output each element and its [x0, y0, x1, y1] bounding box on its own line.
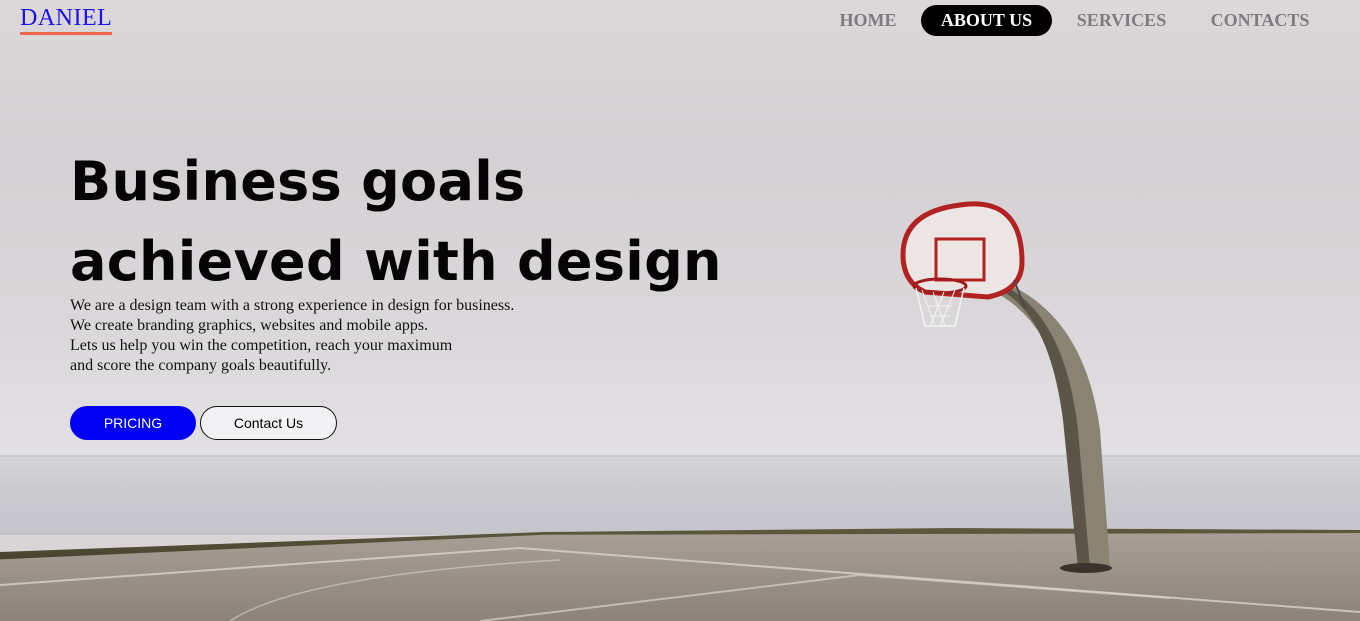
nav-about-us[interactable]: ABOUT US	[921, 5, 1052, 36]
hero-title-line-2: achieved with design	[70, 230, 722, 293]
hero-description: We are a design team with a strong exper…	[70, 296, 514, 376]
nav-contacts[interactable]: CONTACTS	[1198, 5, 1322, 36]
hero-text-line-2: We create branding graphics, websites an…	[70, 317, 429, 334]
hero-text-line-4: and score the company goals beautifully.	[70, 357, 332, 374]
main-nav: HOME ABOUT US SERVICES CONTACTS	[0, 5, 1360, 37]
pricing-button[interactable]: PRICING	[70, 406, 196, 440]
hero-title: Business goals achieved with design	[70, 142, 750, 302]
hero-text-line-1: We are a design team with a strong exper…	[70, 297, 515, 314]
hero-text-line-3: Lets us help you win the competition, re…	[70, 337, 453, 354]
nav-home[interactable]: HOME	[823, 5, 913, 36]
nav-services[interactable]: SERVICES	[1067, 5, 1176, 36]
contact-us-button[interactable]: Contact Us	[200, 406, 337, 440]
hero-title-line-1: Business goals	[70, 150, 526, 213]
